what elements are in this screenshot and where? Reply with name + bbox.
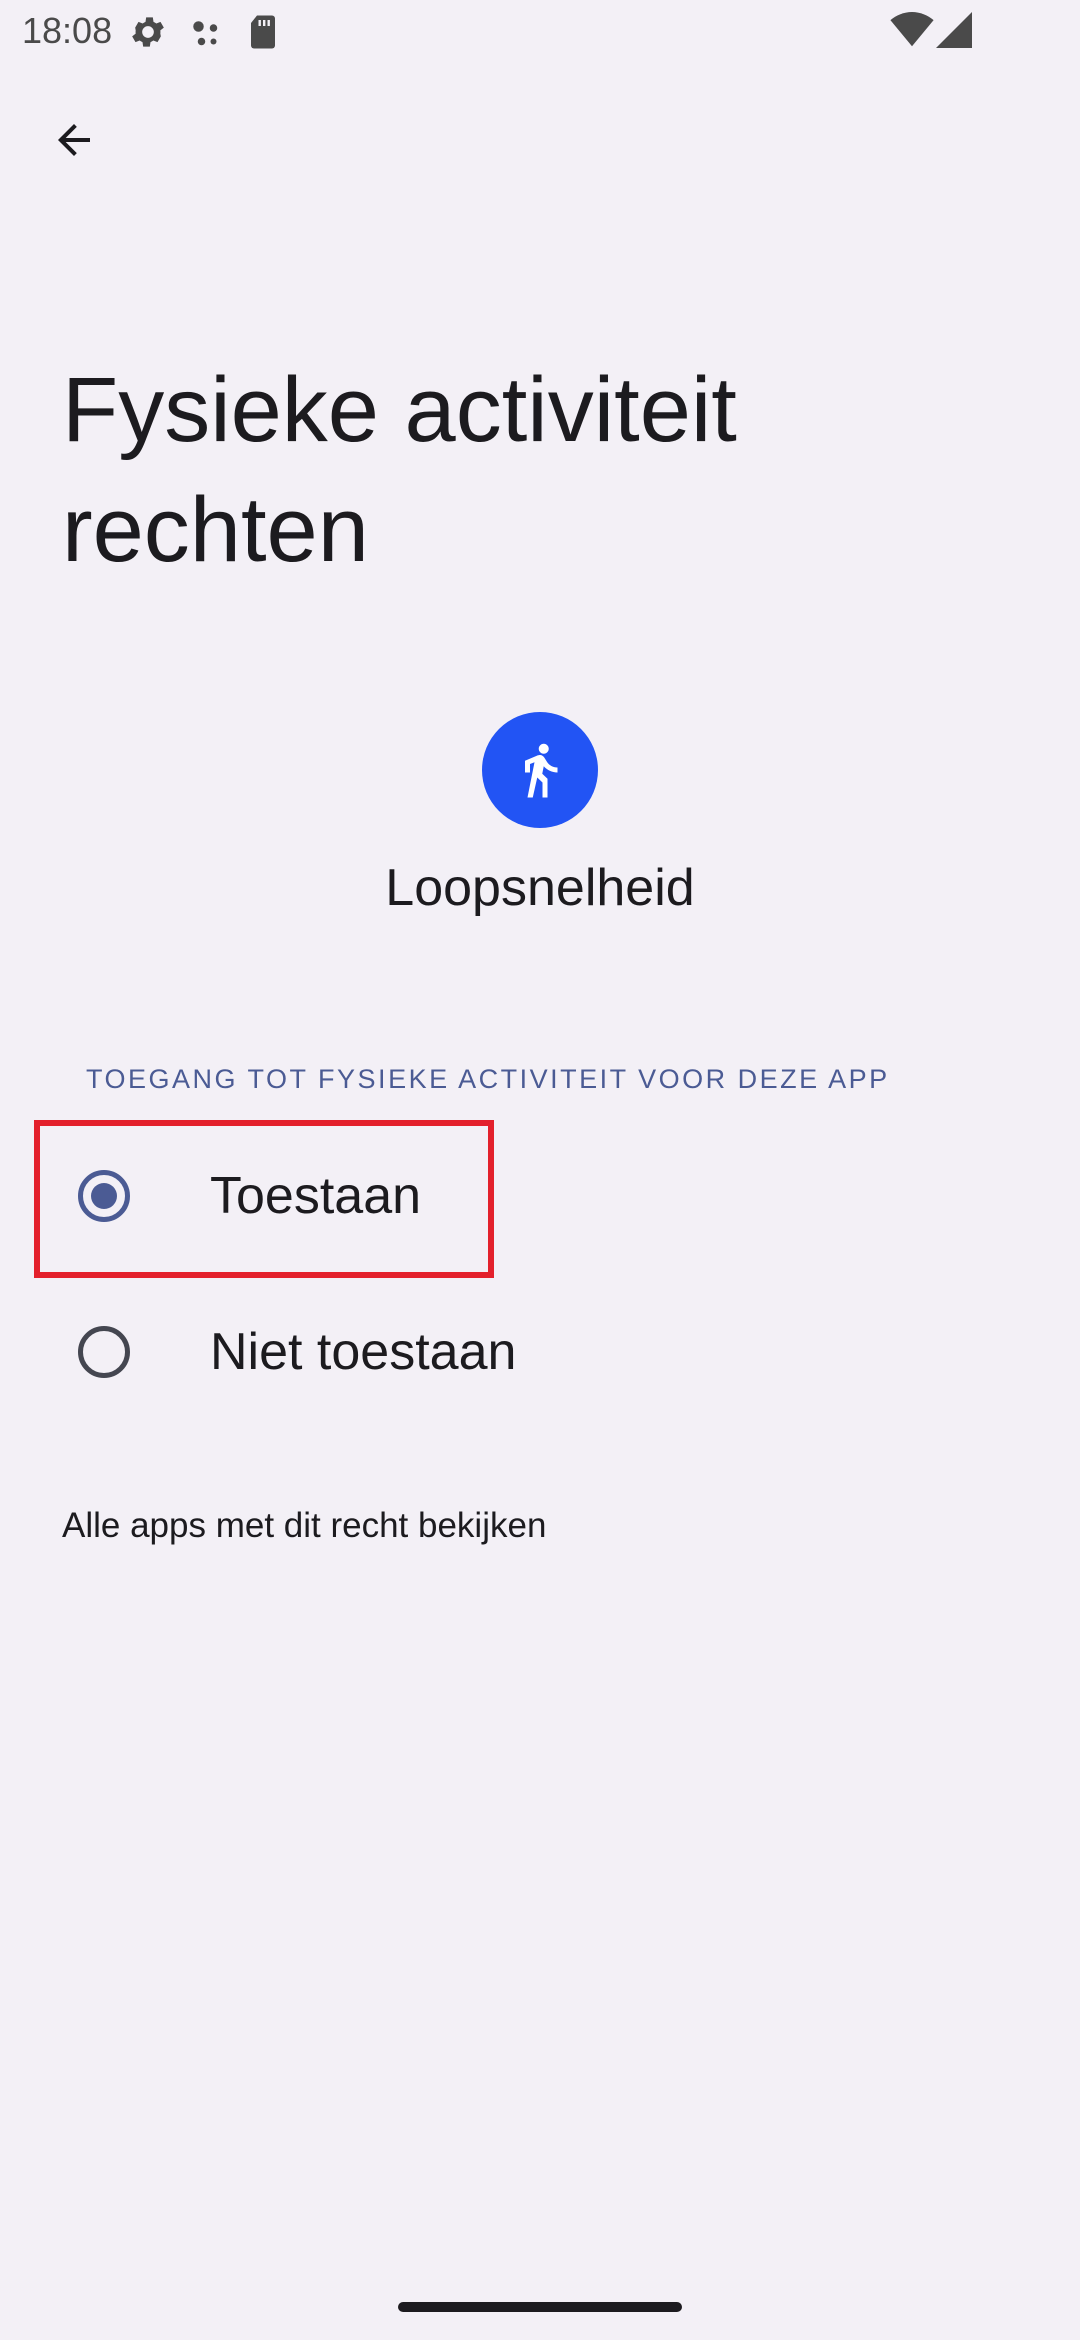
cell-signal-icon	[936, 12, 972, 53]
sd-card-icon	[246, 14, 280, 55]
arrow-back-icon	[58, 124, 90, 156]
wifi-icon	[890, 12, 934, 53]
status-bar: 18:08	[0, 0, 1080, 64]
all-apps-link[interactable]: Alle apps met dit recht bekijken	[62, 1506, 546, 1546]
walking-person-icon	[525, 743, 558, 798]
option-deny-label: Niet toestaan	[210, 1323, 517, 1381]
option-deny[interactable]: Niet toestaan	[36, 1274, 1044, 1430]
app-name: Loopsnelheid	[385, 859, 695, 917]
gesture-nav-handle[interactable]	[398, 2302, 682, 2312]
back-button[interactable]	[30, 96, 118, 184]
status-time: 18:08	[22, 10, 113, 51]
page-title: Fysieke activiteit rechten	[62, 359, 737, 581]
radio-button-deny[interactable]	[78, 1326, 130, 1378]
section-header: TOEGANG TOT FYSIEKE ACTIVITEIT VOOR DEZE…	[86, 1064, 890, 1094]
highlight-box	[34, 1120, 494, 1278]
permission-screen: 18:08 Fysieke activiteit rechten Loopsne…	[0, 0, 1080, 2340]
assistant-dots-icon	[188, 16, 224, 57]
app-icon	[482, 712, 598, 828]
settings-gear-icon	[128, 12, 168, 57]
